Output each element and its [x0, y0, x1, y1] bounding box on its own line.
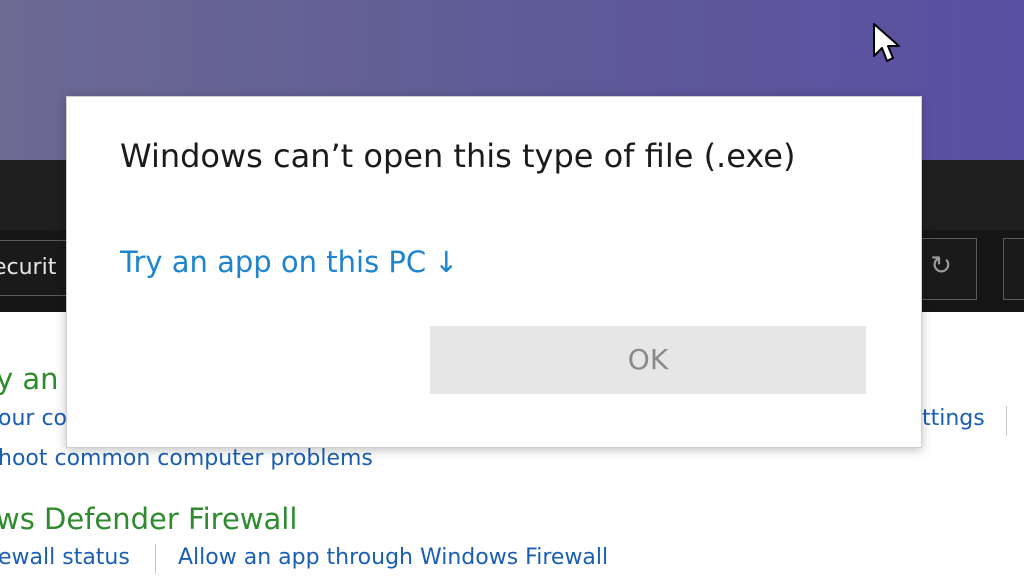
breadcrumb[interactable]: Securit [0, 240, 74, 296]
breadcrumb-label: Securit [0, 255, 57, 280]
divider [155, 544, 156, 574]
search-box[interactable] [1003, 238, 1024, 300]
try-app-link[interactable]: Try an app on this PC ↓ [120, 245, 458, 279]
link-settings[interactable]: ttings [922, 406, 985, 431]
link-firewall-status[interactable]: ewall status [0, 545, 130, 570]
link-allow-app[interactable]: Allow an app through Windows Firewall [178, 545, 608, 570]
mouse-cursor-icon [873, 23, 900, 62]
open-file-dialog: Windows can’t open this type of file (.e… [66, 96, 922, 448]
link-troubleshoot[interactable]: hoot common computer problems [0, 446, 373, 471]
link-review-status[interactable]: our co [0, 406, 67, 431]
refresh-icon: ↻ [930, 251, 952, 281]
dialog-title: Windows can’t open this type of file (.e… [120, 137, 796, 175]
ok-button[interactable]: OK [430, 326, 866, 394]
screen: Securit ↻ y an our co hoot common comput… [0, 0, 1024, 576]
section-heading-firewall[interactable]: ws Defender Firewall [0, 502, 297, 536]
arrow-down-icon: ↓ [434, 245, 459, 279]
divider [1006, 406, 1007, 436]
try-app-link-label: Try an app on this PC [120, 245, 427, 279]
section-heading-security[interactable]: y an [0, 362, 59, 396]
